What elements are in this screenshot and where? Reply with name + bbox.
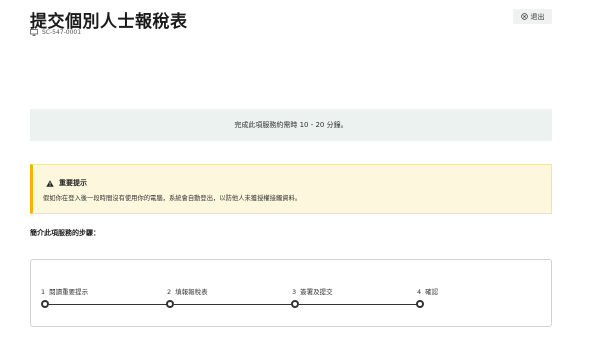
warning-icon [46, 179, 54, 187]
step-name: 簽署及提交 [300, 288, 333, 296]
page-header: 提交個別人士報稅表 SC-547-0001 退出 [0, 0, 600, 82]
close-circle-icon [520, 13, 528, 20]
step-name: 閱讀重要提示 [49, 288, 89, 296]
logout-label: 退出 [530, 12, 545, 21]
step-connector [299, 303, 417, 305]
duration-info-text: 完成此項服務約需時 10 - 20 分鐘。 [234, 121, 348, 129]
step-1-label: 1 閱讀重要提示 [41, 286, 88, 296]
step-number: 1 [41, 288, 46, 296]
steps-intro-heading: 簡介此項服務的步驟： [30, 229, 100, 237]
progress-steps: 1 閱讀重要提示 2 填報報稅表 3 簽署及提交 4 確認 [30, 259, 552, 327]
step-name: 確認 [425, 288, 439, 296]
step-2-marker [166, 300, 174, 308]
reference-code-text: SC-547-0001 [42, 29, 82, 36]
step-number: 4 [417, 288, 422, 296]
notice-body: 假如你在登入後一段時間沒有使用你的電腦，系統會自動登出，以防他人未獲授權接觸資料… [43, 195, 302, 202]
reference-code: SC-547-0001 [30, 29, 81, 36]
step-4-marker [416, 300, 424, 308]
step-2-label: 2 填報報稅表 [167, 286, 208, 296]
step-4-label: 4 確認 [417, 286, 438, 296]
duration-info-box: 完成此項服務約需時 10 - 20 分鐘。 [30, 109, 552, 141]
notice-title: 重要提示 [59, 179, 87, 187]
step-3-label: 3 簽署及提交 [292, 286, 333, 296]
step-name: 填報報稅表 [175, 288, 208, 296]
logout-button[interactable]: 退出 [513, 9, 552, 24]
step-1-marker [41, 300, 49, 308]
step-3-marker [291, 300, 299, 308]
notice-header: 重要提示 [46, 178, 87, 188]
monitor-icon [30, 29, 38, 36]
step-connector [49, 303, 167, 305]
step-connector [174, 303, 292, 305]
important-notice: 重要提示 假如你在登入後一段時間沒有使用你的電腦，系統會自動登出，以防他人未獲授… [30, 164, 552, 214]
step-number: 3 [292, 288, 297, 296]
step-number: 2 [167, 288, 172, 296]
